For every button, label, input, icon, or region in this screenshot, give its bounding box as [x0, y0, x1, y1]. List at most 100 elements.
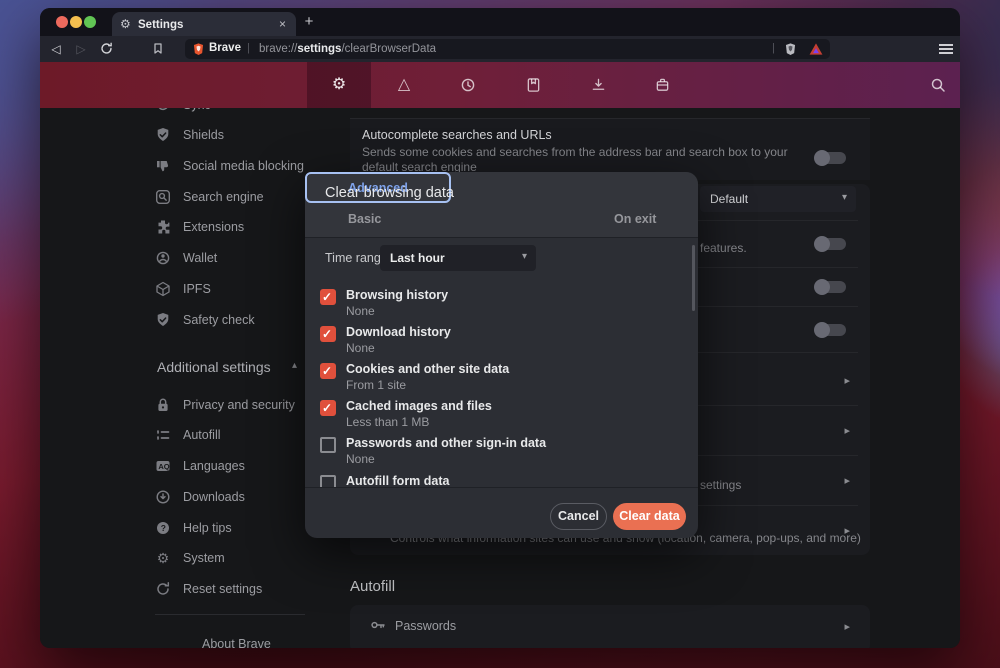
sidebar-item-extensions[interactable]: Extensions: [40, 212, 302, 242]
sidebar-item-sync[interactable]: Sync: [40, 108, 302, 120]
key-icon: [370, 617, 386, 633]
new-tab-button[interactable]: +: [300, 13, 318, 31]
setting-toggle[interactable]: [816, 281, 846, 293]
chevron-right-icon[interactable]: ▸: [844, 620, 850, 633]
thumbs-down-icon: [155, 158, 171, 174]
autofill-section-heading: Autofill: [350, 578, 395, 595]
checkbox-checked-icon[interactable]: ✓: [320, 363, 336, 379]
list-icon: [155, 427, 171, 443]
time-range-value: Last hour: [390, 251, 445, 265]
clear-item-browsing-history[interactable]: ✓ Browsing history None: [305, 287, 698, 324]
sidebar-item-ipfs[interactable]: IPFS: [40, 274, 302, 304]
sidebar-item-search-engine[interactable]: Search engine: [40, 182, 302, 212]
search-square-icon: [155, 189, 171, 205]
sidebar-item-safety-check[interactable]: Safety check: [40, 305, 302, 335]
sync-icon: [155, 108, 171, 113]
clear-data-button[interactable]: Clear data: [613, 503, 686, 530]
clear-item-passwords[interactable]: Passwords and other sign-in data None: [305, 435, 698, 472]
tab-settings[interactable]: ⚙ Settings ×: [112, 12, 296, 36]
search-magnifier-icon: [930, 77, 946, 93]
toolbar: ◁ ▷ Brave | brave://settings/clearBrowse…: [40, 36, 960, 62]
clear-item-autofill-form-data[interactable]: Autofill form data: [305, 471, 698, 487]
passwords-row[interactable]: Passwords ▸: [350, 605, 870, 648]
forward-button[interactable]: ▷: [73, 41, 89, 57]
chevron-right-icon[interactable]: ▸: [844, 424, 850, 437]
clear-item-download-history[interactable]: ✓ Download history None: [305, 324, 698, 361]
sidebar-item-system[interactable]: ⚙ System: [40, 543, 302, 573]
chevron-right-icon[interactable]: ▸: [844, 474, 850, 487]
sidebar-item-autofill[interactable]: Autofill: [40, 420, 302, 450]
settings-gear-icon[interactable]: ⚙: [330, 76, 348, 94]
bookmarks-icon[interactable]: [524, 76, 542, 94]
shield-check-icon: [155, 127, 171, 143]
setting-toggle[interactable]: [816, 324, 846, 336]
collapse-chevron-icon[interactable]: ▴: [292, 360, 297, 371]
settings-banner: ⚙ △: [40, 62, 960, 108]
time-range-select[interactable]: Last hour ▾: [380, 245, 536, 271]
dialog-footer: Cancel Clear data: [305, 487, 698, 538]
passwords-label: Passwords: [395, 619, 456, 633]
dialog-body: Time range Last hour ▾ ✓ Browsing histor…: [305, 239, 698, 487]
history-icon[interactable]: [459, 76, 477, 94]
minimize-window-button[interactable]: [70, 16, 82, 28]
zoom-window-button[interactable]: [84, 16, 96, 28]
wallet-case-icon: [655, 77, 670, 93]
question-circle-icon: ?: [155, 520, 171, 536]
tab-basic[interactable]: Basic: [348, 212, 381, 226]
checkbox-checked-icon[interactable]: ✓: [320, 400, 336, 416]
bookmark-button[interactable]: [150, 41, 166, 57]
chevron-right-icon[interactable]: ▸: [844, 374, 850, 387]
safety-shield-icon: [155, 312, 171, 328]
close-window-button[interactable]: [56, 16, 68, 28]
rewards-triangle-icon[interactable]: △: [395, 76, 413, 94]
default-select-value: Default: [710, 192, 748, 206]
tab-on-exit[interactable]: On exit: [614, 212, 656, 226]
chevron-down-icon: ▾: [522, 251, 527, 262]
downloads-icon[interactable]: [589, 76, 607, 94]
dialog-header: Clear browsing data Basic Advanced On ex…: [305, 172, 698, 238]
sidebar-item-social-media-blocking[interactable]: Social media blocking: [40, 151, 302, 181]
default-select[interactable]: Default ▾: [700, 186, 856, 212]
text-fragment: settings: [700, 478, 741, 492]
close-tab-icon[interactable]: ×: [275, 17, 290, 32]
tab-title: Settings: [138, 19, 183, 31]
checkbox-checked-icon[interactable]: ✓: [320, 326, 336, 342]
text-fragment: features.: [700, 241, 747, 255]
menu-button[interactable]: [939, 44, 953, 46]
brave-rewards-bat-icon[interactable]: [809, 43, 823, 55]
sidebar-item-help-tips[interactable]: ? Help tips: [40, 513, 302, 543]
sidebar-item-about-brave[interactable]: About Brave: [202, 637, 271, 648]
checkbox-unchecked-icon[interactable]: [320, 437, 336, 453]
reload-button[interactable]: [98, 41, 114, 57]
clear-item-cookies[interactable]: ✓ Cookies and other site data From 1 sit…: [305, 361, 698, 398]
sidebar-item-languages[interactable]: AQ Languages: [40, 451, 302, 481]
autocomplete-title: Autocomplete searches and URLs: [362, 128, 552, 142]
address-bar[interactable]: Brave | brave://settings/clearBrowserDat…: [185, 39, 830, 59]
download-circle-icon: [155, 489, 171, 505]
sidebar-item-shields[interactable]: Shields: [40, 120, 302, 150]
wallet-icon[interactable]: [653, 76, 671, 94]
brave-shields-icon[interactable]: [784, 42, 797, 56]
setting-toggle[interactable]: [816, 238, 846, 250]
back-button[interactable]: ◁: [48, 41, 64, 57]
checkbox-unchecked-icon[interactable]: [320, 475, 336, 487]
tab-bar: ⚙ Settings × +: [40, 8, 960, 36]
sidebar-item-reset-settings[interactable]: Reset settings: [40, 574, 302, 604]
brand-label: Brave: [209, 42, 241, 54]
sidebar-section-additional-settings[interactable]: Additional settings: [157, 359, 271, 375]
clear-item-cached-images[interactable]: ✓ Cached images and files Less than 1 MB: [305, 398, 698, 435]
cancel-button[interactable]: Cancel: [550, 503, 607, 530]
extensions-separator: |: [772, 42, 775, 54]
search-icon[interactable]: [929, 76, 947, 94]
autocomplete-toggle[interactable]: [816, 152, 846, 164]
cube-icon: [155, 281, 171, 297]
bookmarks-book-icon: [526, 77, 541, 93]
download-arrow-icon: [591, 77, 606, 93]
dialog-scrollbar-thumb[interactable]: [692, 245, 695, 311]
reset-arrow-icon: [155, 581, 171, 597]
sidebar-item-wallet[interactable]: Wallet: [40, 243, 302, 273]
checkbox-checked-icon[interactable]: ✓: [320, 289, 336, 305]
gear-icon: ⚙: [120, 17, 131, 31]
sidebar-item-downloads[interactable]: Downloads: [40, 482, 302, 512]
sidebar-item-privacy-and-security[interactable]: Privacy and security: [40, 390, 302, 420]
